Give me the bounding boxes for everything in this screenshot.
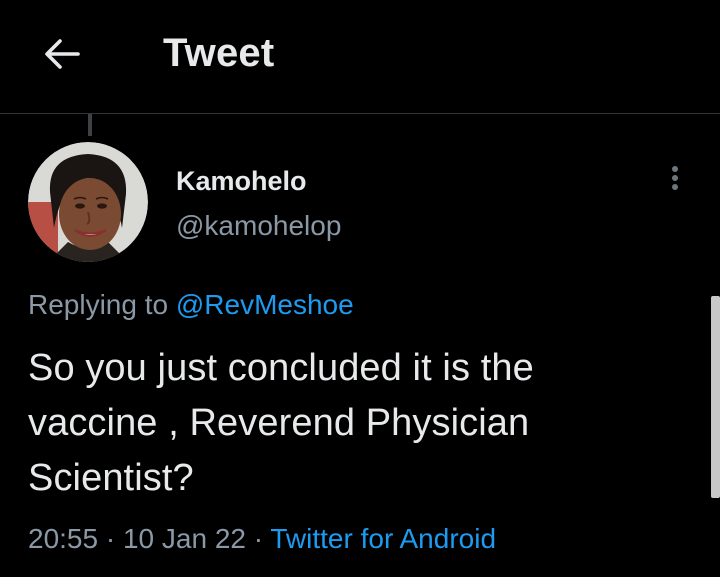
meta-separator: ·: [253, 523, 264, 554]
author-display-name[interactable]: Kamohelo: [176, 165, 307, 197]
back-button[interactable]: [40, 32, 84, 76]
tweet-text-line: Scientist?: [28, 457, 194, 499]
tweet-text: So you just concluded it is the vaccine …: [28, 341, 688, 506]
thread-connector-line: [88, 114, 92, 136]
more-options-button[interactable]: [660, 158, 690, 198]
author-handle[interactable]: @kamohelop: [176, 209, 341, 243]
replying-to-label: Replying to: [28, 289, 169, 320]
page-title: Tweet: [163, 31, 275, 75]
tweet-text-line: vaccine , Reverend Physician: [28, 402, 530, 444]
avatar-image: [28, 142, 148, 262]
tweet-time[interactable]: 20:55: [28, 523, 98, 554]
tweet-source-link[interactable]: Twitter for Android: [270, 523, 496, 554]
scrollbar-thumb[interactable]: [711, 296, 720, 498]
tweet-metadata: 20:55 · 10 Jan 22 · Twitter for Android: [28, 521, 496, 557]
more-vertical-icon-dot: [672, 184, 678, 190]
meta-separator: ·: [105, 523, 116, 554]
replying-to-line: Replying to @RevMeshoe: [28, 287, 354, 323]
arrow-left-icon: [45, 39, 80, 69]
header-divider: [0, 113, 720, 114]
more-vertical-icon-dot: [672, 175, 678, 181]
tweet-text-line: So you just concluded it is the: [28, 347, 534, 389]
tweet-date[interactable]: 10 Jan 22: [123, 523, 246, 554]
app-header: Tweet: [0, 0, 720, 113]
more-vertical-icon: [672, 166, 678, 172]
reply-mention-link[interactable]: @RevMeshoe: [176, 289, 354, 320]
avatar[interactable]: [28, 142, 148, 262]
